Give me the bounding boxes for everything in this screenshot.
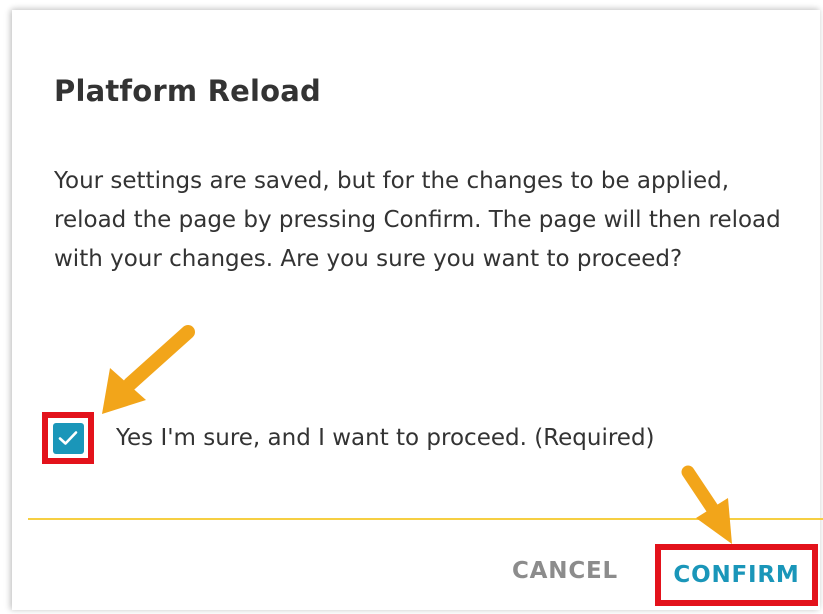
platform-reload-dialog: Platform Reload Your settings are saved,… xyxy=(12,10,823,610)
proceed-checkbox[interactable] xyxy=(52,422,84,454)
proceed-checkbox-label[interactable]: Yes I'm sure, and I want to proceed. (Re… xyxy=(116,425,655,451)
dialog-title: Platform Reload xyxy=(54,74,321,108)
footer-divider xyxy=(28,518,823,520)
confirm-highlight-box[interactable]: CONFIRM xyxy=(655,544,818,606)
confirm-button[interactable]: CONFIRM xyxy=(673,562,799,588)
page: Platform Reload Your settings are saved,… xyxy=(0,0,823,614)
checkmark-icon xyxy=(58,431,78,445)
cancel-button[interactable]: CANCEL xyxy=(512,558,618,584)
confirm-checkbox-row[interactable]: Yes I'm sure, and I want to proceed. (Re… xyxy=(42,408,655,468)
dialog-message: Your settings are saved, but for the cha… xyxy=(54,168,781,272)
checkbox-highlight-box[interactable] xyxy=(42,412,94,464)
